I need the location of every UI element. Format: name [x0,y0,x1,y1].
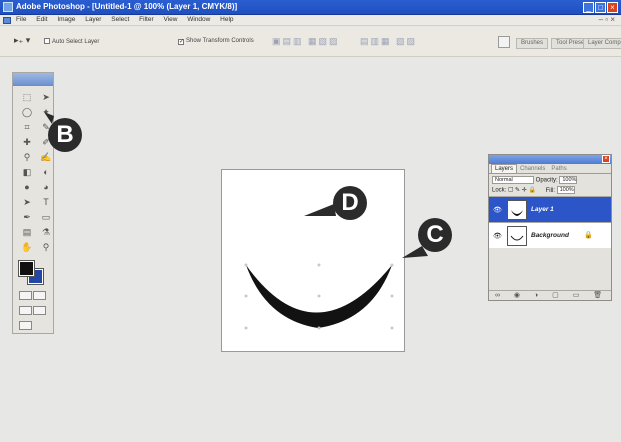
callout-d: D [333,186,367,220]
opacity-label: Opacity: [535,177,558,184]
callout-b: B [48,118,82,152]
fill-label: Fill: [545,187,555,194]
layers-palette: × Layers Channels Paths Normal Opacity: 10… [488,154,612,301]
layer-row-background[interactable]: 👁 Background 🔒 [489,222,611,248]
layer-row-layer-1[interactable]: 👁 Layer 1 [489,196,611,222]
tab-channels[interactable]: Channels [517,165,548,173]
tab-layers[interactable]: Layers [491,164,518,173]
blend-row: Normal Opacity: 100% [489,176,611,186]
fill-field[interactable]: 100% [556,186,575,194]
visibility-eye-icon[interactable]: 👁 [493,206,502,214]
lock-icon: 🔒 [584,232,593,239]
layers-palette-title-bar[interactable]: × [489,155,611,164]
lock-row: Lock: ☐ ✎ ✛ 🔒 Fill: 100% [489,186,611,196]
callout-d-pointer [304,204,336,216]
opacity-field[interactable]: 100% [559,176,578,184]
layers-palette-footer[interactable]: ∞ ◉ ◑ ▢ ▭ 🗑 [489,290,611,300]
layers-palette-tabs: Layers Channels Paths [489,164,611,174]
blend-mode-select[interactable]: Normal [492,176,534,184]
lock-label: Lock: [492,187,507,194]
callout-c: C [418,218,452,252]
lock-options-icon[interactable]: ☐ ✎ ✛ 🔒 [508,188,536,194]
tab-paths[interactable]: Paths [548,165,569,173]
layer-thumbnail [507,226,527,246]
layer-name[interactable]: Layer 1 [531,206,554,213]
layer-thumbnail [507,200,527,220]
close-palette-icon[interactable]: × [602,155,610,163]
visibility-eye-icon[interactable]: 👁 [493,232,502,240]
layer-name[interactable]: Background [531,232,569,239]
